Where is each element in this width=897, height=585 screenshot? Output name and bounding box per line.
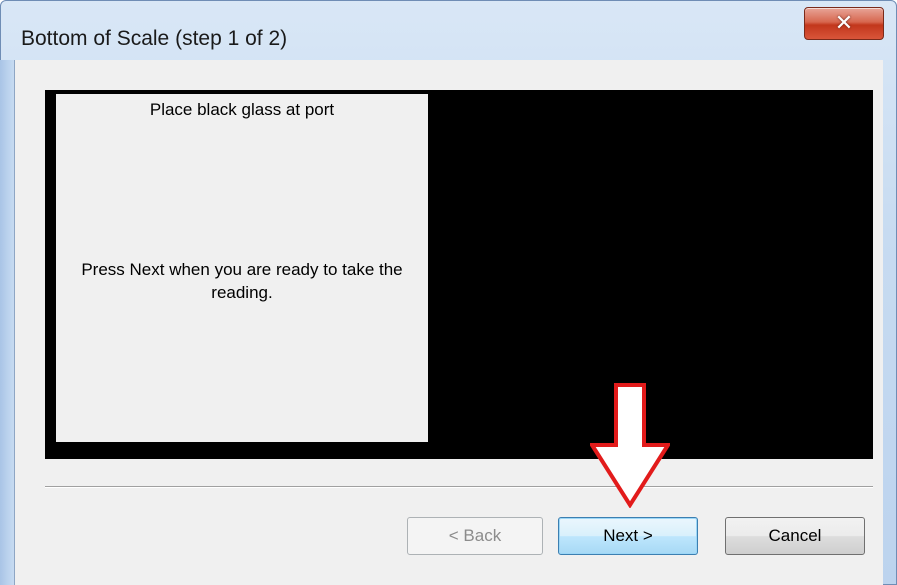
instruction-body-text: Press Next when you are ready to take th… — [81, 260, 403, 302]
cancel-button[interactable]: Cancel — [725, 517, 865, 555]
close-icon: ✕ — [834, 11, 854, 36]
dialog-client-area: Place black glass at port Press Next whe… — [14, 60, 883, 585]
arrow-shape — [590, 383, 670, 508]
next-button[interactable]: Next > — [558, 517, 698, 555]
back-button[interactable]: < Back — [407, 517, 543, 555]
window-frame-edge — [0, 60, 14, 585]
window-title: Bottom of Scale (step 1 of 2) — [21, 27, 288, 50]
close-button[interactable]: ✕ — [804, 7, 884, 40]
down-arrow-icon — [590, 383, 670, 508]
instruction-panel: Place black glass at port Press Next whe… — [45, 90, 873, 459]
instruction-body: Press Next when you are ready to take th… — [56, 258, 428, 304]
instruction-text-box: Place black glass at port Press Next whe… — [56, 94, 428, 442]
button-separator — [45, 486, 873, 488]
instruction-heading: Place black glass at port — [149, 100, 335, 119]
